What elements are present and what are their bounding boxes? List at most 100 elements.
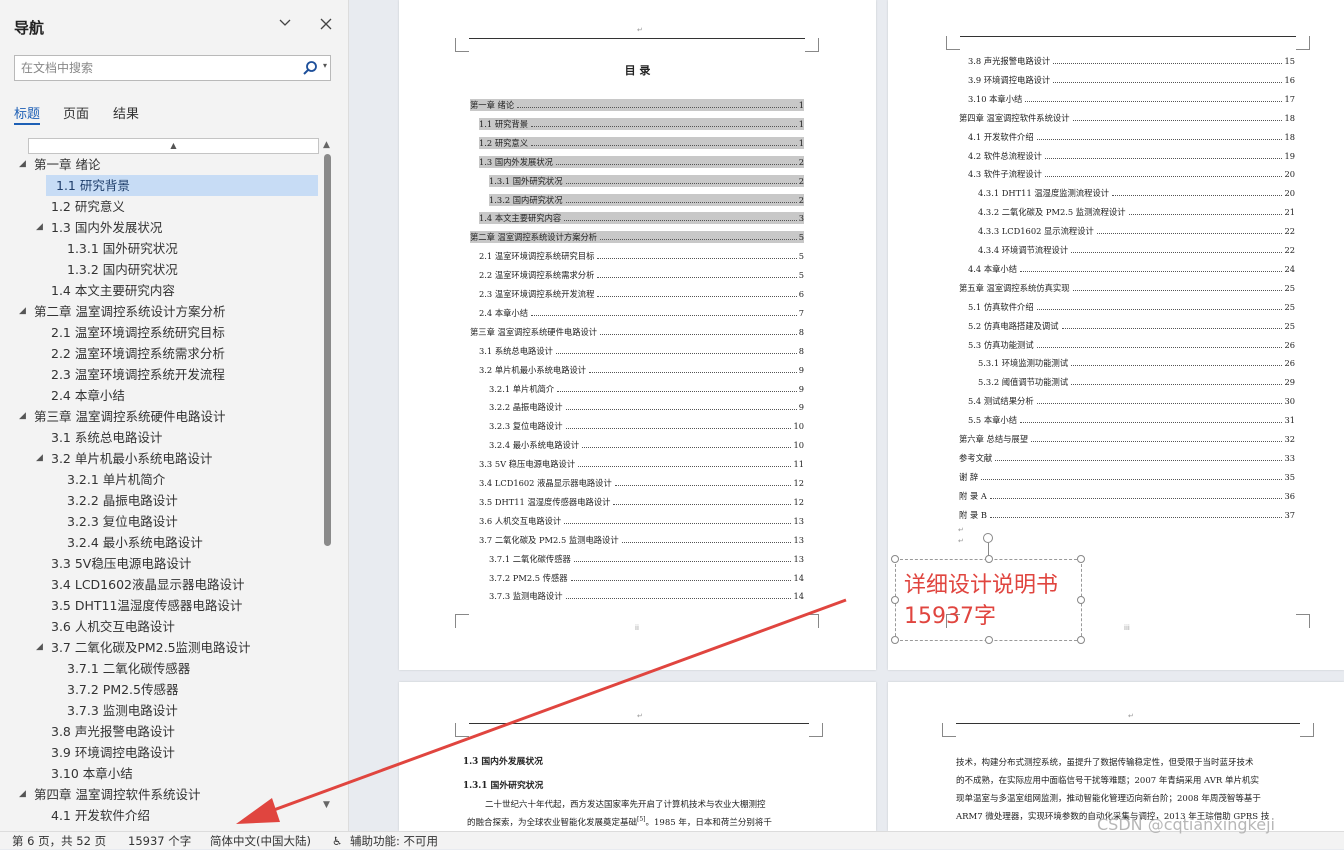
nav-heading-item[interactable]: 第三章 温室调控系统硬件电路设计 ◢ xyxy=(0,406,318,427)
resize-handle[interactable] xyxy=(891,555,899,563)
nav-heading-item[interactable]: 第四章 温室调控软件系统设计 ◢ xyxy=(0,784,318,805)
toc-entry[interactable]: 3.1 系统总电路设计 8 xyxy=(479,345,804,357)
collapse-all-button[interactable]: ▲ xyxy=(28,138,319,154)
nav-heading-item[interactable]: 1.3.1 国外研究状况 xyxy=(0,238,318,259)
nav-heading-item[interactable]: 3.7.1 二氧化碳传感器 xyxy=(0,658,318,679)
nav-heading-item[interactable]: 第二章 温室调控系统设计方案分析 ◢ xyxy=(0,301,318,322)
toc-entry[interactable]: 1.2 研究意义 1 xyxy=(479,136,804,149)
toc-entry[interactable]: 附 录 A 36 xyxy=(959,490,1295,502)
nav-heading-item[interactable]: 3.2.1 单片机简介 xyxy=(0,469,318,490)
search-options-dropdown-icon[interactable]: ▾ xyxy=(323,61,327,70)
toc-entry[interactable]: 4.3.3 LCD1602 显示流程设计 22 xyxy=(978,225,1295,237)
status-accessibility[interactable]: 辅助功能: 不可用 xyxy=(350,832,438,850)
document-page-toc-1[interactable]: ↵ 目 录 第一章 绪论 1 1.1 研究背景 1 1.2 研究意义 1 1.3 国内外发展… xyxy=(399,0,876,670)
nav-heading-item[interactable]: 2.3 温室环境调控系统开发流程 xyxy=(0,364,318,385)
status-word-count[interactable]: 15937 个字 xyxy=(128,832,191,850)
search-icon[interactable] xyxy=(302,60,318,76)
resize-handle[interactable] xyxy=(891,636,899,644)
nav-heading-item[interactable]: 1.3.2 国内研究状况 xyxy=(0,259,318,280)
nav-heading-item[interactable]: 1.4 本文主要研究内容 xyxy=(0,280,318,301)
toc-entry[interactable]: 3.2.2 晶振电路设计 9 xyxy=(489,401,804,413)
nav-heading-item[interactable]: 3.7.2 PM2.5传感器 xyxy=(0,679,318,700)
toc-entry[interactable]: 3.8 声光报警电路设计 15 xyxy=(968,55,1295,67)
toc-entry[interactable]: 5.1 仿真软件介绍 25 xyxy=(968,301,1295,313)
nav-heading-item[interactable]: 3.7.3 监测电路设计 xyxy=(0,700,318,721)
toc-entry[interactable]: 5.3.1 环境监测功能测试 26 xyxy=(978,357,1295,369)
tab-headings[interactable]: 标题 xyxy=(14,103,40,122)
nav-heading-item[interactable]: 3.9 环境调控电路设计 xyxy=(0,742,318,763)
close-icon[interactable] xyxy=(316,15,336,35)
nav-heading-item[interactable]: 3.2 单片机最小系统电路设计 ◢ xyxy=(0,448,318,469)
toc-entry[interactable]: 4.3.1 DHT11 温湿度监测流程设计 20 xyxy=(978,187,1295,199)
toc-entry[interactable]: 1.3.2 国内研究状况 2 xyxy=(489,193,804,206)
toc-entry[interactable]: 5.3 仿真功能测试 26 xyxy=(968,339,1295,351)
toc-entry[interactable]: 2.1 温室环境调控系统研究目标 5 xyxy=(479,250,804,262)
nav-heading-item[interactable]: 2.1 温室环境调控系统研究目标 xyxy=(0,322,318,343)
rotation-handle[interactable] xyxy=(983,533,993,543)
toc-entry[interactable]: 第六章 总结与展望 32 xyxy=(959,433,1295,445)
resize-handle[interactable] xyxy=(891,596,899,604)
toc-entry[interactable]: 参考文献 33 xyxy=(959,452,1295,464)
toc-entry[interactable]: 3.2 单片机最小系统电路设计 9 xyxy=(479,364,804,376)
nav-heading-item[interactable]: 3.8 声光报警电路设计 xyxy=(0,721,318,742)
nav-heading-item[interactable]: 3.2.4 最小系统电路设计 xyxy=(0,532,318,553)
resize-handle[interactable] xyxy=(985,555,993,563)
nav-heading-item[interactable]: 1.3 国内外发展状况 ◢ xyxy=(0,217,318,238)
toc-entry[interactable]: 5.5 本章小结 31 xyxy=(968,414,1295,426)
tab-pages[interactable]: 页面 xyxy=(63,103,89,122)
chevron-down-icon[interactable] xyxy=(275,15,295,35)
toc-entry[interactable]: 3.4 LCD1602 液晶显示器电路设计 12 xyxy=(479,477,804,489)
toc-entry[interactable]: 4.2 软件总流程设计 19 xyxy=(968,150,1295,162)
toc-entry[interactable]: 3.2.3 复位电路设计 10 xyxy=(489,420,804,432)
toc-entry[interactable]: 4.3.2 二氧化碳及 PM2.5 监测流程设计 21 xyxy=(978,206,1295,218)
toc-entry[interactable]: 4.3 软件子流程设计 20 xyxy=(968,168,1295,180)
scroll-down-icon[interactable]: ▼ xyxy=(323,800,330,810)
toc-entry[interactable]: 3.7.3 监测电路设计 14 xyxy=(489,590,804,602)
toc-entry[interactable]: 第二章 温室调控系统设计方案分析 5 xyxy=(470,231,804,244)
resize-handle[interactable] xyxy=(1077,636,1085,644)
toc-entry[interactable]: 3.7 二氧化碳及 PM2.5 监测电路设计 13 xyxy=(479,534,804,546)
toc-entry[interactable]: 1.3.1 国外研究状况 2 xyxy=(489,174,804,187)
scroll-up-icon[interactable]: ▲ xyxy=(323,140,330,150)
nav-heading-item[interactable]: 3.4 LCD1602液晶显示器电路设计 xyxy=(0,574,318,595)
toc-entry[interactable]: 3.7.1 二氧化碳传感器 13 xyxy=(489,553,804,565)
nav-heading-item[interactable]: 3.2.3 复位电路设计 xyxy=(0,511,318,532)
toc-entry[interactable]: 第五章 温室调控系统仿真实现 25 xyxy=(959,282,1295,294)
toc-entry[interactable]: 1.3 国内外发展状况 2 xyxy=(479,155,804,168)
nav-heading-item[interactable]: 3.3 5V稳压电源电路设计 xyxy=(0,553,318,574)
nav-heading-item[interactable]: 4.1 开发软件介绍 xyxy=(0,805,318,821)
expand-triangle-icon[interactable]: ◢ xyxy=(36,217,43,238)
search-input[interactable] xyxy=(15,56,295,80)
nav-heading-item[interactable]: 3.7 二氧化碳及PM2.5监测电路设计 ◢ xyxy=(0,637,318,658)
nav-heading-item[interactable]: 1.1 研究背景 xyxy=(46,175,318,196)
toc-entry[interactable]: 3.2.1 单片机简介 9 xyxy=(489,383,804,395)
toc-entry[interactable]: 1.4 本文主要研究内容 3 xyxy=(479,212,804,225)
accessibility-icon[interactable]: ♿ xyxy=(332,832,342,850)
toc-entry[interactable]: 3.6 人机交互电路设计 13 xyxy=(479,515,804,527)
toc-entry[interactable]: 2.3 温室环境调控系统开发流程 6 xyxy=(479,288,804,300)
toc-entry[interactable]: 3.9 环境调控电路设计 16 xyxy=(968,74,1295,86)
expand-triangle-icon[interactable]: ◢ xyxy=(19,406,26,427)
toc-entry[interactable]: 3.5 DHT11 温湿度传感器电路设计 12 xyxy=(479,496,804,508)
nav-heading-item[interactable]: 3.6 人机交互电路设计 xyxy=(0,616,318,637)
nav-scrollbar[interactable]: ▲ ▼ xyxy=(322,138,334,818)
expand-triangle-icon[interactable]: ◢ xyxy=(19,784,26,805)
nav-heading-item[interactable]: 3.5 DHT11温湿度传感器电路设计 xyxy=(0,595,318,616)
toc-entry[interactable]: 4.4 本章小结 24 xyxy=(968,263,1295,275)
nav-heading-item[interactable]: 第一章 绪论 ◢ xyxy=(0,154,318,175)
toc-entry[interactable]: 5.3.2 阈值调节功能测试 29 xyxy=(978,376,1295,388)
resize-handle[interactable] xyxy=(985,636,993,644)
nav-heading-item[interactable]: 3.10 本章小结 xyxy=(0,763,318,784)
nav-heading-item[interactable]: 2.2 温室环境调控系统需求分析 xyxy=(0,343,318,364)
toc-entry[interactable]: 3.7.2 PM2.5 传感器 14 xyxy=(489,572,804,584)
toc-entry[interactable]: 2.4 本章小结 7 xyxy=(479,307,804,319)
resize-handle[interactable] xyxy=(1077,596,1085,604)
toc-entry[interactable]: 谢 辞 35 xyxy=(959,471,1295,483)
resize-handle[interactable] xyxy=(1077,555,1085,563)
expand-triangle-icon[interactable]: ◢ xyxy=(19,154,26,175)
toc-entry[interactable]: 第一章 绪论 1 xyxy=(470,99,804,111)
nav-heading-item[interactable]: 3.1 系统总电路设计 xyxy=(0,427,318,448)
toc-entry[interactable]: 4.3.4 环境调节流程设计 22 xyxy=(978,244,1295,256)
toc-entry[interactable]: 5.4 测试结果分析 30 xyxy=(968,395,1295,407)
toc-entry[interactable]: 5.2 仿真电路搭建及调试 25 xyxy=(968,320,1295,332)
